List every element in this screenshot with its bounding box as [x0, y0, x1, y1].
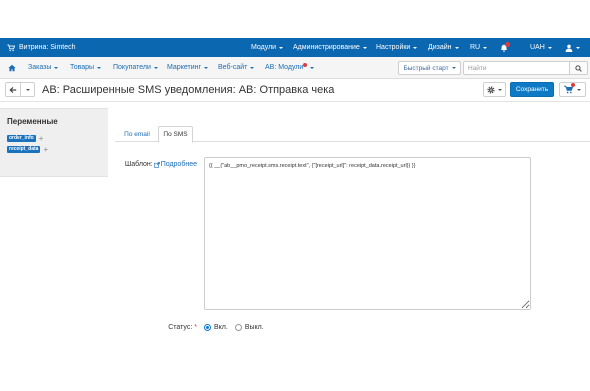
caret-down-icon — [250, 66, 255, 69]
variable-badge[interactable]: order_info — [7, 135, 36, 142]
caret-down-icon — [54, 66, 59, 69]
add-variable-button[interactable]: + — [43, 146, 48, 154]
menu-modules[interactable]: Модули — [251, 38, 284, 57]
nav-label: Покупатели — [113, 64, 151, 71]
variable-badge[interactable]: receipt_data — [7, 146, 41, 153]
radio-button[interactable] — [234, 324, 242, 331]
nav-label: Маркетинг — [167, 64, 202, 71]
home-icon — [8, 64, 16, 72]
radio-label: Вкл. — [214, 324, 228, 331]
help-link[interactable]: Подробнее — [161, 161, 197, 168]
main-nav: Заказы Товары Покупатели Маркетинг Веб-с… — [0, 57, 590, 79]
search-input[interactable] — [463, 61, 570, 75]
save-button[interactable]: Сохранить — [510, 82, 554, 97]
currency-select[interactable]: UAH — [530, 38, 552, 57]
quick-start-label: Быстрый старт — [403, 64, 449, 72]
menu-settings[interactable]: Настройки — [376, 38, 418, 57]
template-label: Шаблон: — [124, 161, 153, 168]
sidebar-title: Переменные — [7, 117, 58, 126]
radio-button[interactable] — [204, 324, 211, 331]
caret-down-icon — [577, 88, 581, 91]
storefront-preview-button[interactable] — [559, 82, 586, 97]
language-label: RU — [470, 44, 481, 51]
status-label: Статус: — [168, 324, 193, 331]
user-menu[interactable] — [565, 38, 580, 57]
menu-label: Модули — [251, 44, 277, 51]
currency-label: UAH — [530, 44, 545, 51]
caret-down-icon — [362, 46, 367, 49]
status-dot — [571, 83, 575, 87]
status-option-off[interactable]: Выкл. — [234, 324, 264, 331]
caret-down-icon — [25, 88, 30, 91]
page-header: AB: Расширенные SMS уведомления: AB: Отп… — [0, 79, 590, 102]
tab-email[interactable]: По email — [118, 126, 156, 142]
caret-down-icon — [547, 46, 552, 49]
user-icon — [565, 44, 573, 52]
caret-down-icon — [204, 66, 209, 69]
caret-down-icon — [97, 66, 102, 69]
caret-down-icon — [576, 46, 580, 49]
storefront-link[interactable]: Витрина: Simtech — [7, 38, 76, 57]
arrow-left-icon — [9, 86, 17, 94]
quick-start-button[interactable]: Быстрый старт — [398, 61, 461, 75]
nav-label: Заказы — [28, 64, 52, 71]
caret-down-icon — [310, 66, 315, 69]
radio-label: Выкл. — [244, 324, 264, 331]
cart-icon — [564, 83, 575, 94]
menu-label: Дизайн — [428, 44, 452, 51]
variable-item: order_info + — [7, 135, 44, 143]
caret-down-icon — [279, 46, 284, 49]
caret-down-icon — [413, 46, 418, 49]
menu-design[interactable]: Дизайн — [428, 38, 459, 57]
bell-icon — [500, 41, 511, 53]
language-select[interactable]: RU — [470, 38, 488, 57]
nav-marketing[interactable]: Маркетинг — [167, 57, 209, 78]
home-button[interactable] — [8, 57, 16, 78]
menu-label: Настройки — [376, 44, 411, 51]
back-button[interactable] — [5, 82, 21, 97]
storefront-label: Витрина: Simtech — [19, 44, 76, 51]
caret-down-icon — [454, 46, 459, 49]
nav-orders[interactable]: Заказы — [28, 57, 59, 78]
top-bar: Витрина: Simtech Модули Администрировани… — [0, 38, 590, 57]
new-indicator-dot — [303, 62, 308, 67]
menu-administration[interactable]: Администрирование — [293, 38, 367, 57]
nav-label: AB: Модули — [265, 64, 304, 71]
nav-ab-modules[interactable]: AB: Модули — [265, 57, 315, 78]
nav-customers[interactable]: Покупатели — [113, 57, 158, 78]
settings-dropdown-button[interactable] — [483, 82, 506, 97]
gear-icon — [487, 85, 495, 94]
status-option-on[interactable]: Вкл. — [204, 324, 228, 331]
search-icon — [575, 64, 582, 72]
template-label-row: Шаблон: Подробнее — [110, 161, 197, 168]
notification-badge — [505, 41, 510, 47]
tab-bar: По email По SMS — [115, 125, 590, 143]
status-radio-group: Вкл. Выкл. — [204, 323, 271, 332]
variables-sidebar: Переменные order_info + receipt_data + — [0, 108, 108, 177]
menu-label: Администрирование — [293, 44, 360, 51]
template-textarea[interactable]: {{ __("ab__pmo_receipt.sms.receipt.text"… — [204, 157, 531, 310]
variable-item: receipt_data + — [7, 146, 48, 154]
add-variable-button[interactable]: + — [39, 135, 44, 143]
nav-label: Товары — [70, 64, 95, 71]
page-title: AB: Расширенные SMS уведомления: AB: Отп… — [42, 84, 335, 96]
notifications-button[interactable] — [500, 38, 511, 57]
nav-products[interactable]: Товары — [70, 57, 102, 78]
caret-down-icon — [451, 67, 456, 69]
required-mark: * — [194, 324, 197, 331]
nav-label: Веб-сайт — [218, 64, 248, 71]
status-label-row: Статус: * — [110, 323, 197, 332]
caret-down-icon — [153, 66, 158, 69]
nav-website[interactable]: Веб-сайт — [218, 57, 255, 78]
caret-down-icon — [483, 46, 488, 49]
tab-sms[interactable]: По SMS — [158, 126, 193, 143]
external-link-icon[interactable] — [153, 161, 160, 168]
back-dropdown-button[interactable] — [21, 82, 35, 97]
caret-down-icon — [498, 88, 502, 91]
cart-icon — [7, 44, 15, 52]
search-button[interactable] — [569, 61, 588, 75]
